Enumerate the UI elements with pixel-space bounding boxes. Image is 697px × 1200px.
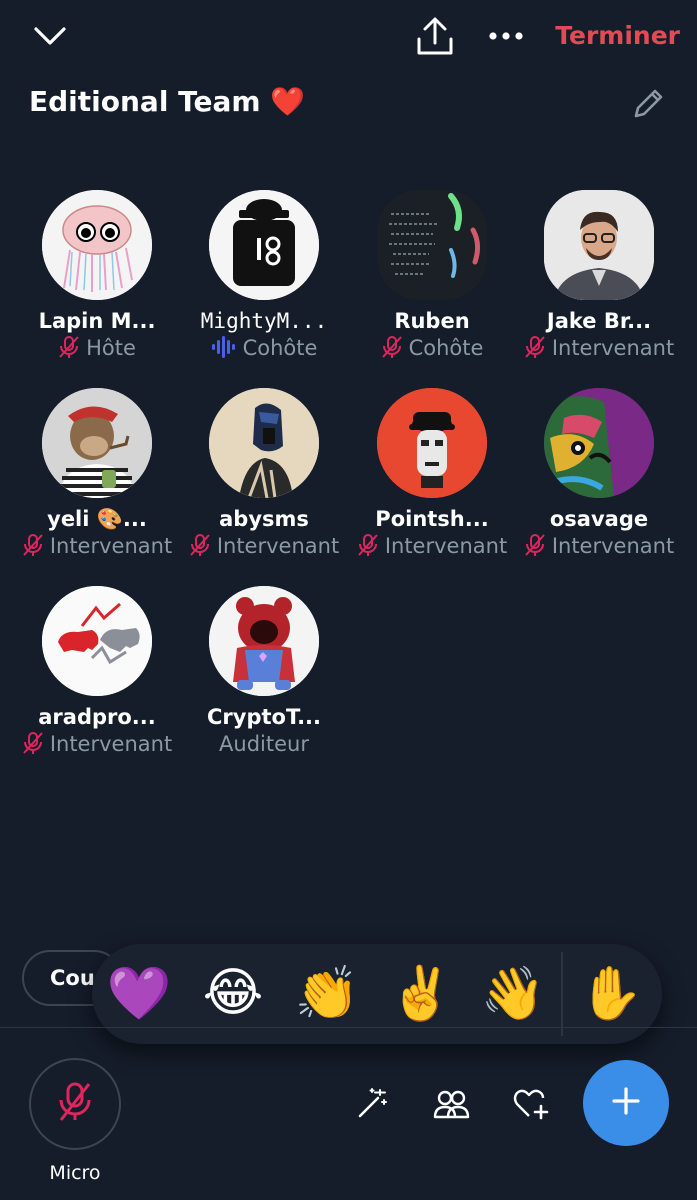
mic-muted-icon: [357, 533, 379, 565]
avatar: [209, 586, 319, 696]
speaker-card[interactable]: osavage Intervenant: [512, 388, 679, 568]
mic-button[interactable]: [29, 1058, 121, 1150]
role-label: Intervenant: [49, 732, 173, 756]
speaker-role: Cohôte: [345, 333, 519, 363]
clapping-reaction[interactable]: 👏: [292, 958, 362, 1028]
speaker-name: abysms: [219, 507, 309, 531]
speaking-waveform-icon: [211, 335, 237, 367]
speaker-role: Intervenant: [177, 531, 351, 561]
speaker-name: MightyM...: [200, 309, 328, 333]
speaker-card[interactable]: Pointsh... Intervenant: [345, 388, 512, 568]
avatar: [377, 388, 487, 498]
speaker-name: Jake Br...: [546, 309, 652, 333]
role-label: Cohôte: [408, 336, 484, 360]
chevron-down-icon[interactable]: [26, 16, 74, 56]
avatar: [42, 586, 152, 696]
speaker-name: Ruben: [394, 309, 470, 333]
bottom-divider: [0, 1027, 697, 1028]
end-button[interactable]: Terminer: [540, 16, 680, 56]
mic-muted-icon: [22, 731, 44, 763]
top-bar: Terminer: [0, 0, 697, 72]
laughing-reaction[interactable]: 😂: [198, 958, 268, 1028]
speaker-role: Intervenant: [10, 531, 184, 561]
avatar: [377, 190, 487, 300]
speaker-card[interactable]: MightyM... Cohôte: [177, 190, 344, 370]
speaker-name: CryptoT...: [206, 705, 322, 729]
speaker-card[interactable]: Ruben Cohôte: [345, 190, 512, 370]
role-label: Cohôte: [242, 336, 318, 360]
speaker-role: Cohôte: [177, 333, 351, 363]
add-button[interactable]: [583, 1060, 669, 1146]
avatar: [544, 190, 654, 300]
reaction-tray: 💜 😂 👏 ✌️ 👋 ✋: [92, 944, 662, 1044]
page-title: Editional Team ❤️: [29, 85, 306, 118]
speaker-name: osavage: [549, 507, 649, 531]
speaker-role: Auditeur: [177, 729, 351, 759]
speaker-card[interactable]: abysms Intervenant: [177, 388, 344, 568]
role-label: Auditeur: [219, 732, 309, 756]
speaker-name: yeli 🎨...: [47, 507, 147, 531]
mic-muted-icon: [189, 533, 211, 565]
reaction-divider: [561, 952, 563, 1036]
speaker-role: Intervenant: [512, 531, 686, 561]
role-label: Intervenant: [49, 534, 173, 558]
speaker-card[interactable]: CryptoT... Auditeur: [177, 586, 344, 766]
speaker-card[interactable]: Jake Br... Intervenant: [512, 190, 679, 370]
role-label: Intervenant: [551, 534, 675, 558]
avatar: [209, 190, 319, 300]
role-label: Hôte: [86, 336, 136, 360]
speaker-role: Hôte: [10, 333, 184, 363]
mic-muted-icon: [58, 335, 80, 367]
speaker-role: Intervenant: [512, 333, 686, 363]
speaker-name: Pointsh...: [375, 507, 489, 531]
speaker-card[interactable]: Lapin M... Hôte: [10, 190, 177, 370]
victory-reaction[interactable]: ✌️: [386, 958, 456, 1028]
speaker-role: Intervenant: [345, 531, 519, 561]
avatar: [42, 190, 152, 300]
mic-muted-icon: [524, 335, 546, 367]
share-icon[interactable]: [410, 12, 460, 60]
purple-heart-reaction[interactable]: 💜: [104, 958, 174, 1028]
avatar: [42, 388, 152, 498]
waving-reaction[interactable]: 👋: [478, 958, 548, 1028]
role-label: Intervenant: [551, 336, 675, 360]
plus-icon: [610, 1085, 642, 1121]
avatar: [209, 388, 319, 498]
mic-label: Micro: [49, 1162, 101, 1184]
mic-muted-icon: [55, 1080, 95, 1128]
magic-wand-icon[interactable]: [350, 1082, 394, 1126]
more-icon[interactable]: [482, 16, 530, 56]
speaker-role: Intervenant: [10, 729, 184, 759]
role-label: Intervenant: [216, 534, 340, 558]
role-label: Intervenant: [384, 534, 508, 558]
heart-plus-icon[interactable]: [509, 1082, 553, 1126]
pencil-icon[interactable]: [624, 80, 672, 128]
speaker-card[interactable]: aradpro... Intervenant: [10, 586, 177, 766]
avatar: [544, 388, 654, 498]
mic-muted-icon: [22, 533, 44, 565]
people-icon[interactable]: [429, 1082, 473, 1126]
mic-muted-icon: [381, 335, 403, 367]
speaker-card[interactable]: yeli 🎨... Intervenant: [10, 388, 177, 568]
mic-muted-icon: [524, 533, 546, 565]
speaker-name: Lapin M...: [38, 309, 156, 333]
raise-hand-reaction[interactable]: ✋: [576, 958, 646, 1028]
speaker-name: aradpro...: [38, 705, 156, 729]
